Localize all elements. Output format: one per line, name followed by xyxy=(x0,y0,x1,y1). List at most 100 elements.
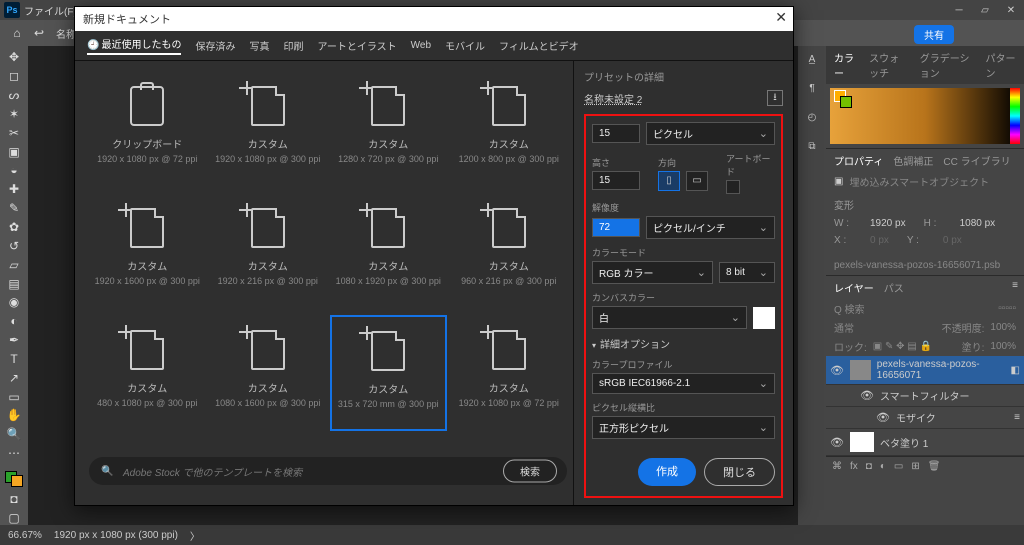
tab-adjust[interactable]: 色調補正 xyxy=(893,153,933,168)
link-layers-icon[interactable]: ⌘ xyxy=(832,461,842,472)
tab-gradient[interactable]: グラデーション xyxy=(920,50,974,80)
screen-mode-icon[interactable]: ▢ xyxy=(3,510,25,525)
preset-card[interactable]: カスタム1920 x 216 px @ 300 ppi xyxy=(210,193,327,309)
history-brush-icon[interactable]: ↺ xyxy=(3,238,25,253)
pixel-aspect-select[interactable]: 正方形ピクセル xyxy=(592,416,775,439)
move-tool-icon[interactable]: ✥ xyxy=(3,50,25,65)
height-value[interactable]: 1080 px xyxy=(960,218,996,229)
delete-icon[interactable]: 🗑 xyxy=(928,461,941,472)
dialog-close-icon[interactable]: ✕ xyxy=(775,9,787,26)
advanced-toggle[interactable]: ▾詳細オプション xyxy=(592,336,775,351)
document-name-input[interactable]: 名称未設定 2 xyxy=(584,91,761,106)
path-tool-icon[interactable]: ↗ xyxy=(3,370,25,385)
stock-search-input[interactable]: 🔍 Adobe Stock で他のテンプレートを検索 xyxy=(89,457,567,485)
save-preset-icon[interactable]: ⭳ xyxy=(767,90,783,106)
brush-tool-icon[interactable]: ✎ xyxy=(3,201,25,216)
tab-photo[interactable]: 写真 xyxy=(249,38,269,53)
shape-tool-icon[interactable]: ▭ xyxy=(3,389,25,404)
type-tool-icon[interactable]: T xyxy=(3,352,25,367)
layer-row[interactable]: 👁 ベタ塗り 1 xyxy=(826,429,1024,456)
panel-icon[interactable]: ◴ xyxy=(808,112,817,123)
window-minimize-icon[interactable]: ─ xyxy=(946,0,972,20)
canvas-color-swatch[interactable] xyxy=(753,307,775,329)
window-close-icon[interactable]: ✕ xyxy=(998,0,1024,20)
close-button[interactable]: 閉じる xyxy=(704,458,775,486)
heal-tool-icon[interactable]: ✚ xyxy=(3,182,25,197)
layer-name[interactable]: ベタ塗り 1 xyxy=(880,435,928,450)
preset-card[interactable]: カスタム960 x 216 px @ 300 ppi xyxy=(451,193,568,309)
window-restore-icon[interactable]: ▱ xyxy=(972,0,998,20)
preset-card[interactable]: カスタム1920 x 1080 px @ 72 ppi xyxy=(451,315,568,431)
adjust-icon[interactable]: ◐ xyxy=(880,461,886,472)
tab-mobile[interactable]: モバイル xyxy=(445,38,485,53)
stock-search-button[interactable]: 検索 xyxy=(503,460,557,483)
gradient-tool-icon[interactable]: ▤ xyxy=(3,276,25,291)
orientation-landscape-icon[interactable]: ▭ xyxy=(686,171,708,191)
tab-swatch[interactable]: スウォッチ xyxy=(869,50,908,80)
tab-film[interactable]: フィルムとビデオ xyxy=(499,38,579,53)
eyedropper-tool-icon[interactable]: ◒ xyxy=(3,163,25,178)
preset-card[interactable]: カスタム1080 x 1600 px @ 300 ppi xyxy=(210,315,327,431)
visibility-icon[interactable]: 👁 xyxy=(876,411,890,424)
zoom-tool-icon[interactable]: 🔍 xyxy=(3,427,25,442)
color-profile-select[interactable]: sRGB IEC61966-2.1 xyxy=(592,373,775,394)
zoom-level[interactable]: 66.67% xyxy=(8,530,42,541)
visibility-icon[interactable]: 👁 xyxy=(860,389,874,402)
edit-toolbar-icon[interactable]: ⋯ xyxy=(3,446,25,461)
layer-row[interactable]: 👁 スマートフィルター xyxy=(826,385,1024,407)
tab-recent[interactable]: 🕘最近使用したもの xyxy=(87,36,181,55)
panel-icon[interactable]: A̲ xyxy=(809,54,816,65)
visibility-icon[interactable]: 👁 xyxy=(830,364,844,377)
color-mode-select[interactable]: RGB カラー xyxy=(592,261,713,284)
opacity-value[interactable]: 100% xyxy=(990,322,1016,333)
preset-card[interactable]: カスタム1200 x 800 px @ 300 ppi xyxy=(451,71,568,187)
tab-paths[interactable]: パス xyxy=(884,280,904,295)
visibility-icon[interactable]: 👁 xyxy=(830,436,844,449)
status-menu-icon[interactable]: 〉 xyxy=(190,528,200,543)
tab-web[interactable]: Web xyxy=(411,40,431,51)
tab-saved[interactable]: 保存済み xyxy=(195,38,235,53)
layer-name[interactable]: pexels-vanessa-pozos-16656071 xyxy=(877,359,1005,381)
lasso-tool-icon[interactable]: ᔕ xyxy=(3,88,25,103)
new-layer-icon[interactable]: ⊞ xyxy=(911,461,919,472)
canvas-color-select[interactable]: 白 xyxy=(592,306,747,329)
fill-value[interactable]: 100% xyxy=(990,341,1016,352)
preset-card[interactable]: カスタム315 x 720 mm @ 300 ppi xyxy=(330,315,447,431)
color-picker[interactable] xyxy=(830,88,1020,144)
width-input[interactable]: 15 xyxy=(592,124,640,143)
preset-card[interactable]: カスタム1080 x 1920 px @ 300 ppi xyxy=(330,193,447,309)
preset-card[interactable]: クリップボード1920 x 1080 px @ 72 ppi xyxy=(89,71,206,187)
blend-mode-select[interactable]: 通常 xyxy=(834,320,854,335)
layer-row[interactable]: 👁 pexels-vanessa-pozos-16656071 ◧ xyxy=(826,356,1024,385)
tab-art[interactable]: アートとイラスト xyxy=(317,38,396,53)
x-value[interactable]: 0 px xyxy=(870,235,889,246)
unit-select[interactable]: ピクセル xyxy=(646,122,775,145)
mask-icon[interactable]: ◘ xyxy=(866,461,872,472)
tab-pattern[interactable]: パターン xyxy=(986,50,1016,80)
create-button[interactable]: 作成 xyxy=(638,458,696,486)
lock-icons[interactable]: ▣ ✎ ✥ ▤ 🔒 xyxy=(873,341,932,352)
resolution-unit-select[interactable]: ピクセル/インチ xyxy=(646,216,775,239)
filter-blend-icon[interactable]: ≡ xyxy=(1014,412,1020,423)
preset-card[interactable]: カスタム480 x 1080 px @ 300 ppi xyxy=(89,315,206,431)
preset-card[interactable]: カスタム1280 x 720 px @ 300 ppi xyxy=(330,71,447,187)
home-icon[interactable]: ⌂ xyxy=(6,24,28,42)
dodge-tool-icon[interactable]: ◐ xyxy=(3,314,25,329)
tab-color[interactable]: カラー xyxy=(834,50,857,80)
layer-search-icon[interactable]: Q 検索 xyxy=(834,301,865,316)
share-button[interactable]: 共有 xyxy=(914,25,954,44)
mask-mode-icon[interactable]: ◘ xyxy=(3,491,25,506)
crop-tool-icon[interactable]: ✂ xyxy=(3,125,25,140)
tab-print[interactable]: 印刷 xyxy=(283,38,303,53)
panel-menu-icon[interactable]: ≡ xyxy=(1012,280,1018,291)
color-swatches[interactable] xyxy=(5,471,23,488)
blur-tool-icon[interactable]: ◉ xyxy=(3,295,25,310)
preset-card[interactable]: カスタム1920 x 1600 px @ 300 ppi xyxy=(89,193,206,309)
wand-tool-icon[interactable]: ✶ xyxy=(3,107,25,122)
layer-row[interactable]: 👁 モザイク ≡ xyxy=(826,407,1024,429)
width-value[interactable]: 1920 px xyxy=(870,218,906,229)
preset-card[interactable]: カスタム1920 x 1080 px @ 300 ppi xyxy=(210,71,327,187)
frame-tool-icon[interactable]: ▣ xyxy=(3,144,25,159)
eraser-tool-icon[interactable]: ▱ xyxy=(3,257,25,272)
resolution-input[interactable]: 72 xyxy=(592,218,640,237)
